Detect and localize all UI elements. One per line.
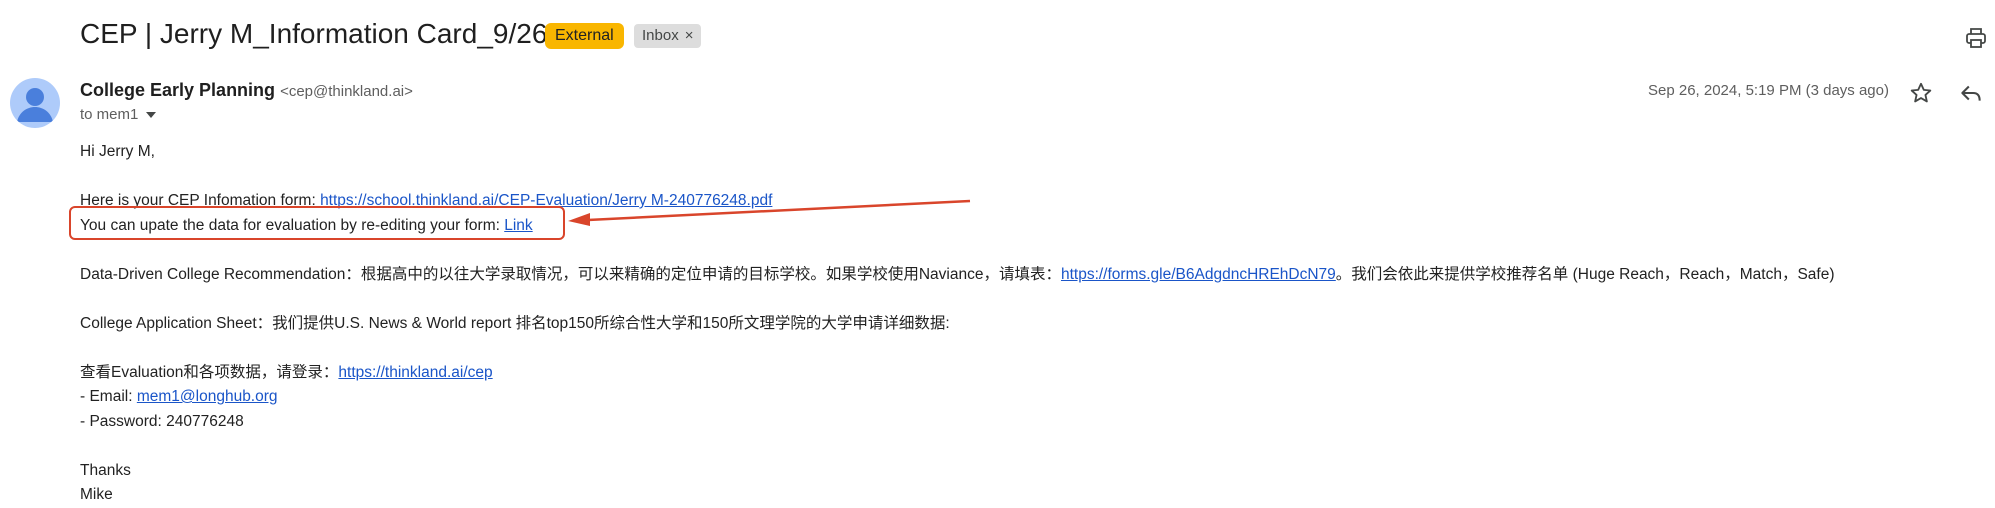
sender-name[interactable]: College Early Planning [80,80,275,100]
signature-line: Mike [80,486,113,503]
annotation-highlight-box [69,206,565,240]
recommendation-form-link[interactable]: https://forms.gle/B6AdgdncHREhDcN79 [1061,266,1336,283]
star-icon[interactable] [1908,80,1934,106]
email-subject: CEP | Jerry M_Information Card_9/26 [80,18,548,49]
external-label: External [545,23,624,49]
annotation-arrow [568,199,971,226]
chevron-down-icon[interactable] [146,112,157,119]
email-prefix: - Email: [80,388,137,405]
thanks-line: Thanks [80,461,131,479]
login-prefix: 查看Evaluation和各项数据，请登录： [80,363,339,381]
greeting: Hi Jerry M, [80,143,155,160]
recommendation-line: Data-Driven College Recommendation：根据高中的… [80,263,1980,288]
recommendation-suffix: 。我们会依此来提供学校推荐名单 (Huge Reach，Reach，Match，… [1335,265,1835,283]
print-icon[interactable] [1964,26,1988,50]
recipients-line: to mem1 [80,106,157,123]
recommendation-prefix: Data-Driven College Recommendation：根据高中的… [80,265,1061,283]
sender-avatar[interactable] [10,78,60,128]
email-body: Hi Jerry M, Here is your CEP Infomation … [80,140,1980,508]
recipients-text: to mem1 [80,106,139,123]
email-credential-line: - Email: mem1@longhub.org [80,385,1980,410]
remove-label-icon[interactable]: × [685,27,694,44]
sender: College Early Planning <cep@thinkland.ai… [80,80,413,101]
inbox-label-text: Inbox [642,27,679,44]
login-link[interactable]: https://thinkland.ai/cep [338,364,492,381]
email-date: Sep 26, 2024, 5:19 PM (3 days ago) [1648,82,1889,99]
credential-email-link[interactable]: mem1@longhub.org [137,388,278,405]
application-sheet-line: College Application Sheet：我们提供U.S. News … [80,314,950,332]
login-line: 查看Evaluation和各项数据，请登录：https://thinkland.… [80,361,1980,386]
sender-email: <cep@thinkland.ai> [280,83,413,100]
inbox-label: Inbox × [634,24,702,48]
avatar-person-icon [17,88,53,122]
password-line: - Password: 240776248 [80,412,244,430]
reply-icon[interactable] [1958,80,1984,106]
